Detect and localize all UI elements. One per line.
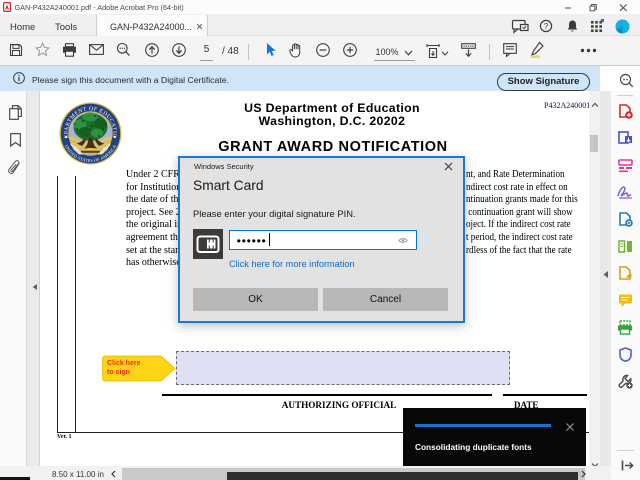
svg-text:to sign: to sign bbox=[107, 369, 130, 376]
svg-text:?: ? bbox=[544, 22, 549, 31]
svg-text:Click here: Click here bbox=[107, 360, 141, 367]
